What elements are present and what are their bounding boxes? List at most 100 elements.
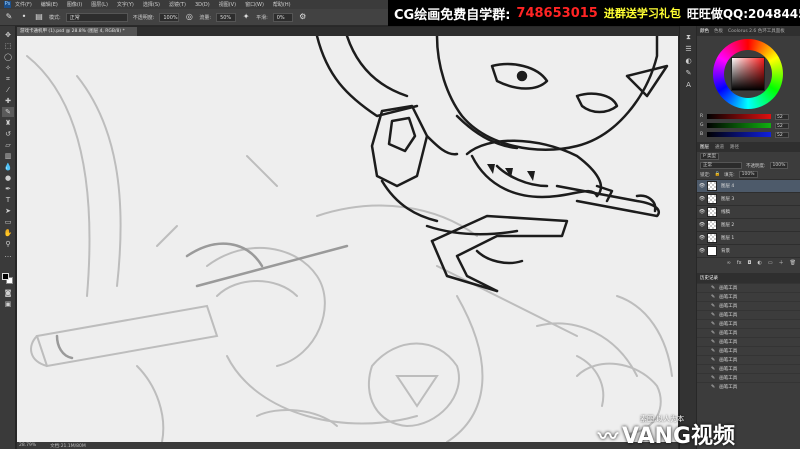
brush-tool-icon[interactable]: ✎ <box>2 107 14 117</box>
hand-tool-icon[interactable]: ✋ <box>2 228 14 238</box>
history-item[interactable]: ✎ 画笔工具 <box>697 301 800 310</box>
tab-channels[interactable]: 通道 <box>715 144 724 150</box>
gradient-tool-icon[interactable]: ▥ <box>2 151 14 161</box>
layer-kind-filter[interactable]: P 类型 <box>700 153 720 160</box>
layer-row[interactable]: 👁 图层 1 <box>697 231 800 244</box>
history-item[interactable]: ✎ 画笔工具 <box>697 364 800 373</box>
more-tools-icon[interactable]: … <box>2 250 14 260</box>
foreground-color-swatch[interactable] <box>2 273 9 280</box>
pressure-opacity-icon[interactable]: ◎ <box>184 12 194 22</box>
slider-g-track[interactable] <box>707 123 771 128</box>
smooth-field[interactable]: 0% <box>272 12 293 22</box>
lock-icon[interactable]: 🔒 <box>715 172 721 177</box>
eyedropper-tool-icon[interactable]: ⁄ <box>2 85 14 95</box>
menu-3d[interactable]: 3D(D) <box>195 2 210 8</box>
mode-select[interactable]: 正常 <box>65 12 128 22</box>
marquee-tool-icon[interactable]: ⬚ <box>2 41 14 51</box>
brush-presets-icon[interactable]: ✎ <box>683 68 694 78</box>
eye-icon[interactable]: 👁 <box>697 196 707 202</box>
history-item[interactable]: ✎ 画笔工具 <box>697 337 800 346</box>
tab-layers[interactable]: 图层 <box>700 144 709 150</box>
dodge-tool-icon[interactable]: ● <box>2 173 14 183</box>
gear-icon[interactable]: ⚙ <box>298 12 308 22</box>
healing-tool-icon[interactable]: ✚ <box>2 96 14 106</box>
history-item[interactable]: ✎ 画笔工具 <box>697 283 800 292</box>
zoom-level[interactable]: 28.79% <box>19 443 36 448</box>
path-select-tool-icon[interactable]: ➤ <box>2 206 14 216</box>
tab-swatches[interactable]: 色板 <box>714 28 723 34</box>
layer-blend-mode[interactable]: 正常 <box>700 162 742 169</box>
layer-row[interactable]: 👁 线稿 <box>697 205 800 218</box>
shape-tool-icon[interactable]: ▭ <box>2 217 14 227</box>
history-panel-icon[interactable]: ⧗ <box>683 32 694 42</box>
layer-row[interactable]: 👁 图层 2 <box>697 218 800 231</box>
fill-field[interactable]: 100% <box>738 171 758 178</box>
menu-layer[interactable]: 图层(L) <box>91 1 108 8</box>
history-item[interactable]: ✎ 画笔工具 <box>697 319 800 328</box>
layer-opacity-field[interactable]: 100% <box>769 162 789 169</box>
move-tool-icon[interactable]: ✥ <box>2 30 14 40</box>
zoom-tool-icon[interactable]: ⚲ <box>2 239 14 249</box>
history-item[interactable]: ✎ 画笔工具 <box>697 310 800 319</box>
stamp-tool-icon[interactable]: ♜ <box>2 118 14 128</box>
flow-field[interactable]: 50% <box>216 12 237 22</box>
menu-image[interactable]: 图像(I) <box>67 1 82 8</box>
layer-row[interactable]: 👁 图层 4 <box>697 179 800 192</box>
history-item[interactable]: ✎ 画笔工具 <box>697 382 800 391</box>
history-brush-tool-icon[interactable]: ↺ <box>2 129 14 139</box>
eye-icon[interactable]: 👁 <box>697 183 707 189</box>
tab-color[interactable]: 颜色 <box>700 28 709 34</box>
layer-row[interactable]: 👁 背景 <box>697 244 800 257</box>
saturation-brightness-square[interactable] <box>731 57 765 91</box>
menu-view[interactable]: 视图(V) <box>219 1 236 8</box>
eye-icon[interactable]: 👁 <box>697 209 707 215</box>
link-layers-icon[interactable]: ∞ <box>727 260 731 266</box>
brush-panel-icon[interactable]: ▤ <box>34 12 44 22</box>
quick-select-tool-icon[interactable]: ✧ <box>2 63 14 73</box>
brush-tool-icon[interactable]: ✎ <box>4 12 14 22</box>
slider-g-value[interactable]: 52 <box>775 122 789 129</box>
screen-mode-icon[interactable]: ▣ <box>2 299 14 309</box>
menu-filter[interactable]: 滤镜(T) <box>169 1 186 8</box>
history-panel-title[interactable]: 历史记录 <box>697 273 800 283</box>
folder-icon[interactable]: ▭ <box>768 260 773 266</box>
crop-tool-icon[interactable]: ⌗ <box>2 74 14 84</box>
airbrush-icon[interactable]: ✦ <box>241 12 251 22</box>
new-layer-icon[interactable]: ＋ <box>779 259 784 266</box>
properties-panel-icon[interactable]: ☰ <box>683 44 694 54</box>
eye-icon[interactable]: 👁 <box>697 248 707 254</box>
tab-paths[interactable]: 路径 <box>730 144 739 150</box>
adjustment-layer-icon[interactable]: ◐ <box>758 260 762 266</box>
history-item[interactable]: ✎ 画笔工具 <box>697 328 800 337</box>
layer-style-icon[interactable]: fx <box>737 260 742 266</box>
brush-size-icon[interactable]: • <box>19 12 29 22</box>
canvas[interactable] <box>17 36 678 442</box>
slider-b-track[interactable] <box>707 132 771 137</box>
eye-icon[interactable]: 👁 <box>697 235 707 241</box>
add-mask-icon[interactable]: ◘ <box>748 260 752 266</box>
lasso-tool-icon[interactable]: ◯ <box>2 52 14 62</box>
menu-file[interactable]: 文件(F) <box>15 1 32 8</box>
menu-edit[interactable]: 编辑(E) <box>41 1 58 8</box>
menu-type[interactable]: 文字(Y) <box>117 1 134 8</box>
document-tab[interactable]: 游戏卡通机甲 (1).psd @ 28.8% (图层 4, RGB/8) * <box>17 27 137 36</box>
tab-coolorus[interactable]: Coolorus 2.6 色环工具面板 <box>728 28 785 34</box>
history-item[interactable]: ✎ 画笔工具 <box>697 346 800 355</box>
type-tool-icon[interactable]: T <box>2 195 14 205</box>
slider-b-value[interactable]: 52 <box>775 131 789 138</box>
pen-tool-icon[interactable]: ✒ <box>2 184 14 194</box>
layer-row[interactable]: 👁 图层 3 <box>697 192 800 205</box>
trash-icon[interactable]: 🗑 <box>790 260 796 266</box>
history-item[interactable]: ✎ 画笔工具 <box>697 292 800 301</box>
menu-window[interactable]: 窗口(W) <box>245 1 264 8</box>
opacity-field[interactable]: 100% <box>159 12 180 22</box>
eraser-tool-icon[interactable]: ▱ <box>2 140 14 150</box>
quick-mask-icon[interactable]: ◙ <box>2 288 14 298</box>
history-item[interactable]: ✎ 画笔工具 <box>697 355 800 364</box>
slider-r-track[interactable] <box>707 114 771 119</box>
menu-help[interactable]: 帮助(H) <box>273 1 291 8</box>
slider-r-value[interactable]: 52 <box>775 113 789 120</box>
history-item[interactable]: ✎ 画笔工具 <box>697 373 800 382</box>
menu-select[interactable]: 选择(S) <box>143 1 160 8</box>
adjustments-panel-icon[interactable]: ◐ <box>683 56 694 66</box>
